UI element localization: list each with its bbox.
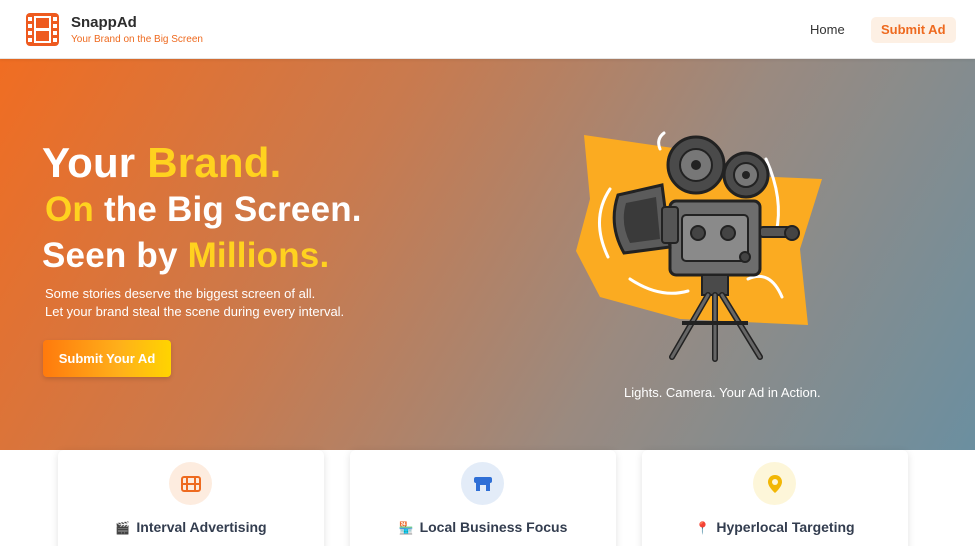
film-logo-icon[interactable]	[25, 12, 60, 47]
hero-headline-line-2: On the Big Screen.	[45, 190, 362, 230]
hero-section: Your Brand. On the Big Screen. Seen by M…	[0, 59, 975, 450]
hero-headline-line-1: Your Brand.	[42, 139, 281, 187]
submit-your-ad-button[interactable]: Submit Your Ad	[43, 340, 171, 377]
nav-home-link[interactable]: Home	[800, 16, 855, 44]
brand-name[interactable]: SnappAd	[71, 14, 137, 31]
feature-title: 📍 Hyperlocal Targeting	[642, 519, 908, 535]
store-emoji-icon: 🏪	[398, 521, 414, 535]
round-pushpin-icon: 📍	[695, 521, 711, 535]
storefront-icon	[473, 476, 492, 491]
hero-subtitle-2: Let your brand steal the scene during ev…	[45, 304, 345, 319]
film-icon	[180, 475, 201, 492]
feature-icon-circle	[753, 462, 796, 505]
feature-card-local-business: 🏪 Local Business Focus	[350, 450, 616, 546]
nav-submit-ad-button[interactable]: Submit Ad	[871, 17, 956, 43]
film-camera-icon	[576, 131, 822, 362]
feature-icon-circle	[461, 462, 504, 505]
map-pin-icon	[767, 474, 782, 493]
hero-highlight: Millions.	[187, 236, 330, 275]
hero-subtitle-1: Some stories deserve the biggest screen …	[45, 286, 316, 301]
illustration-caption: Lights. Camera. Your Ad in Action.	[624, 385, 821, 400]
hero-text: Seen by	[42, 236, 188, 275]
site-header: SnappAd Your Brand on the Big Screen Hom…	[0, 0, 975, 59]
feature-title-text: Local Business Focus	[419, 519, 568, 535]
hero-highlight: On	[45, 190, 95, 229]
feature-card-hyperlocal: 📍 Hyperlocal Targeting	[642, 450, 908, 546]
feature-title-text: Interval Advertising	[136, 519, 267, 535]
feature-icon-circle	[169, 462, 212, 505]
hero-headline-line-3: Seen by Millions.	[42, 236, 329, 276]
feature-title-text: Hyperlocal Targeting	[716, 519, 855, 535]
hero-text: Your	[42, 139, 148, 186]
hero-highlight: Brand.	[147, 139, 282, 186]
feature-title: 🎬 Interval Advertising	[58, 519, 324, 535]
hero-text: the Big Screen.	[94, 190, 362, 229]
brand-tagline: Your Brand on the Big Screen	[71, 34, 203, 45]
feature-card-interval-advertising: 🎬 Interval Advertising	[58, 450, 324, 546]
clapperboard-icon: 🎬	[115, 521, 131, 535]
feature-title: 🏪 Local Business Focus	[350, 519, 616, 535]
